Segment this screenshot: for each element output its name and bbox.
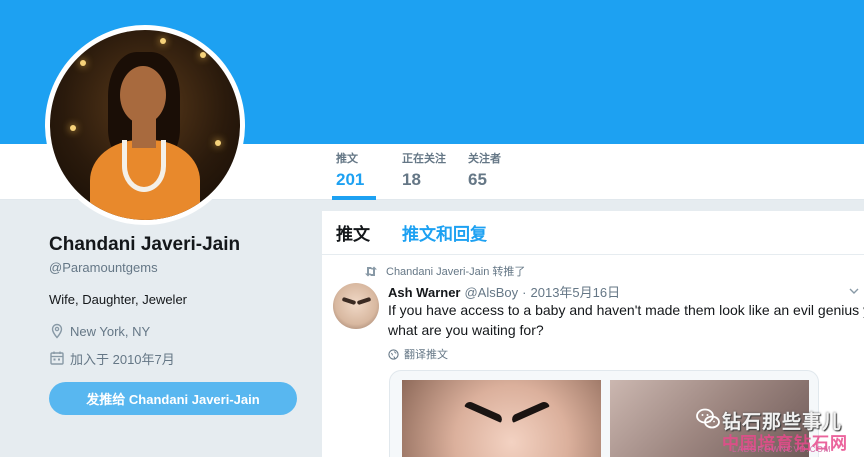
profile-joined: 加入于 2010年7月 [49, 349, 309, 367]
profile-card: Chandani Javeri-Jain @Paramountgems Wife… [49, 232, 309, 367]
tab-tweets-and-replies[interactable]: 推文和回复 [402, 220, 487, 245]
stat-tweets-count: 201 [336, 170, 365, 189]
translate-tweet-label: 翻译推文 [404, 349, 448, 361]
tweet-author-avatar[interactable] [333, 283, 379, 329]
stat-tweets-label: 推文 [336, 153, 358, 165]
translate-tweet-link[interactable]: 翻译推文 [388, 346, 448, 362]
retweet-context-text: Chandani Javeri-Jain 转推了 [386, 266, 526, 278]
tweet-text-line-1: If you have access to a baby and haven't… [388, 302, 864, 318]
caret-down-icon[interactable] [848, 284, 860, 296]
tweet-photo-2[interactable] [610, 380, 809, 457]
timeline: 推文 推文和回复 Chandani Javeri-Jain 转推了 Ash Wa… [322, 211, 864, 457]
tweet-media [389, 370, 819, 457]
stat-following-count: 18 [402, 170, 421, 189]
globe-icon [388, 348, 399, 360]
tweet-text: If you have access to a baby and haven't… [388, 300, 864, 340]
tweet-text-line-2: what are you waiting for? [388, 322, 544, 338]
profile-location: New York, NY [49, 322, 309, 340]
tweet-author-handle[interactable]: @AlsBoy [464, 285, 518, 300]
tweet-author-name[interactable]: Ash Warner [388, 285, 460, 300]
profile-bio: Wife, Daughter, Jeweler [49, 292, 188, 307]
tweet[interactable]: Chandani Javeri-Jain 转推了 Ash Warner @Als… [322, 256, 864, 457]
profile-handle[interactable]: @Paramountgems [49, 259, 309, 277]
profile-avatar-photo [50, 30, 240, 220]
profile-location-text: New York, NY [70, 323, 151, 339]
tweet-separator: · [522, 285, 527, 300]
profile-avatar[interactable] [45, 25, 245, 225]
timeline-tabs: 推文 推文和回复 [322, 211, 864, 255]
profile-stats: 推文 201 正在关注 18 关注者 65 [322, 152, 520, 200]
stat-tweets[interactable]: 推文 201 [322, 152, 388, 200]
retweet-icon [365, 266, 377, 276]
stat-following-label: 正在关注 [402, 153, 446, 165]
stat-following[interactable]: 正在关注 18 [388, 152, 454, 200]
retweet-context[interactable]: Chandani Javeri-Jain 转推了 [364, 263, 525, 279]
stat-followers[interactable]: 关注者 65 [454, 152, 520, 200]
profile-name[interactable]: Chandani Javeri-Jain [49, 232, 309, 258]
stat-followers-label: 关注者 [468, 153, 501, 165]
tweet-header: Ash Warner @AlsBoy · 2013年5月16日 [388, 282, 620, 301]
tweet-timestamp[interactable]: 2013年5月16日 [531, 282, 621, 301]
location-icon [49, 323, 65, 339]
stat-followers-count: 65 [468, 170, 487, 189]
tab-tweets[interactable]: 推文 [336, 220, 370, 245]
calendar-icon [49, 350, 65, 366]
profile-joined-text: 加入于 2010年7月 [70, 351, 175, 367]
tweet-photo-1[interactable] [402, 380, 601, 457]
tweet-to-button[interactable]: 发推给 Chandani Javeri-Jain [49, 382, 297, 415]
